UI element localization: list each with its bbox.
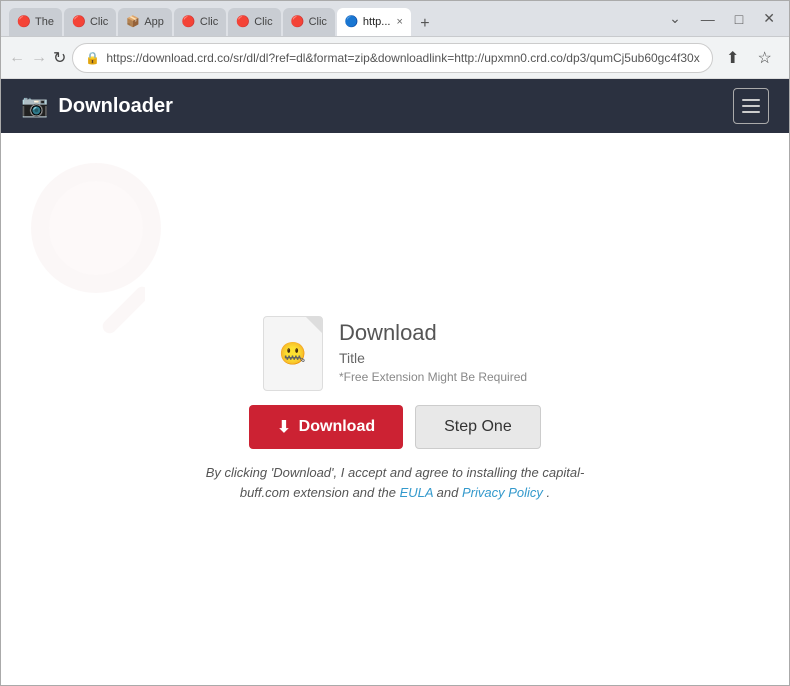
consent-text-after: .	[547, 485, 551, 500]
download-card: 🤐 Download Title *Free Extension Might B…	[145, 286, 645, 532]
window-maximize-button[interactable]: □	[729, 9, 749, 29]
download-heading: Download	[339, 320, 527, 346]
download-icon: ⬇	[277, 417, 290, 437]
tab-label-4: Clic	[200, 16, 218, 28]
tab-favicon-6: 🔴	[291, 15, 305, 29]
tab-favicon-2: 🔴	[72, 15, 86, 29]
magnifier-circle	[31, 163, 161, 293]
share-button[interactable]: ⬆	[719, 44, 747, 72]
back-button[interactable]: ←	[9, 44, 25, 72]
sidebar-toggle-button[interactable]: ▭	[783, 44, 790, 72]
address-bar[interactable]: 🔒 https://download.crd.co/sr/dl/dl?ref=d…	[72, 43, 712, 73]
tab-favicon-5: 🔴	[236, 15, 250, 29]
nav-bar: ← → ↻ 🔒 https://download.crd.co/sr/dl/dl…	[1, 37, 789, 79]
lock-icon: 🔒	[85, 51, 100, 65]
file-note: *Free Extension Might Be Required	[339, 370, 527, 384]
page-content: 📷 Downloader fish.com	[1, 79, 789, 685]
nav-actions: ⬆ ☆ ▭ 👤 ⋮	[719, 44, 790, 72]
browser-window: 🔴 The 🔴 Clic 📦 App 🔴 Clic 🔴 Clic 🔴 C	[0, 0, 790, 686]
forward-button[interactable]: →	[31, 44, 47, 72]
file-details: Download Title *Free Extension Might Be …	[339, 316, 527, 384]
tab-label-6: Clic	[309, 16, 327, 28]
tab-5[interactable]: 🔴 Clic	[228, 8, 280, 36]
tab-label-2: Clic	[90, 16, 108, 28]
tab-3[interactable]: 📦 App	[118, 8, 172, 36]
refresh-button[interactable]: ↻	[53, 44, 66, 72]
consent-text-middle: and	[437, 485, 462, 500]
file-icon-bg: 🤐	[263, 316, 323, 391]
tab-7-active[interactable]: 🔵 http... ×	[337, 8, 411, 36]
tab-favicon-4: 🔴	[182, 15, 196, 29]
consent-text: By clicking 'Download', I accept and agr…	[205, 463, 585, 502]
download-button-label: Download	[299, 418, 375, 436]
tab-1[interactable]: 🔴 The	[9, 8, 62, 36]
buttons-row: ⬇ Download Step One	[249, 405, 540, 449]
tab-favicon-7: 🔵	[345, 15, 359, 29]
hamburger-line-2	[742, 105, 760, 107]
tab-4[interactable]: 🔴 Clic	[174, 8, 226, 36]
tab-label-3: App	[144, 16, 164, 28]
step-one-button[interactable]: Step One	[415, 405, 541, 449]
brand-icon: 📷	[21, 93, 48, 119]
hamburger-menu-button[interactable]	[733, 88, 769, 124]
tab-label-1: The	[35, 16, 54, 28]
bookmark-button[interactable]: ☆	[751, 44, 779, 72]
tab-label-5: Clic	[254, 16, 272, 28]
title-bar: 🔴 The 🔴 Clic 📦 App 🔴 Clic 🔴 Clic 🔴 C	[1, 1, 789, 37]
hamburger-line-3	[742, 111, 760, 113]
hamburger-line-1	[742, 99, 760, 101]
window-close-button[interactable]: ✕	[757, 8, 781, 29]
page-navbar: 📷 Downloader	[1, 79, 789, 133]
file-icon-corner	[306, 317, 322, 333]
eula-link[interactable]: EULA	[400, 485, 433, 500]
brand-label: Downloader	[58, 95, 172, 118]
download-button[interactable]: ⬇ Download	[249, 405, 403, 449]
address-text: https://download.crd.co/sr/dl/dl?ref=dl&…	[106, 51, 699, 65]
tab-label-7: http...	[363, 16, 391, 28]
hamburger-lines	[742, 99, 760, 113]
file-icon-symbol: 🤐	[279, 341, 306, 367]
file-label: Title	[339, 350, 527, 366]
brand: 📷 Downloader	[21, 93, 173, 119]
file-icon-wrap: 🤐	[263, 316, 323, 391]
window-minimize-button[interactable]: —	[695, 9, 721, 29]
tab-favicon-3: 📦	[126, 15, 140, 29]
window-chevron-down[interactable]: ⌄	[663, 8, 687, 29]
file-info-row: 🤐 Download Title *Free Extension Might B…	[185, 316, 605, 391]
tabs-area: 🔴 The 🔴 Clic 📦 App 🔴 Clic 🔴 Clic 🔴 C	[9, 1, 659, 36]
tab-6[interactable]: 🔴 Clic	[283, 8, 335, 36]
tab-favicon-1: 🔴	[17, 15, 31, 29]
tab-close-7[interactable]: ×	[396, 16, 402, 28]
tab-2[interactable]: 🔴 Clic	[64, 8, 116, 36]
privacy-policy-link[interactable]: Privacy Policy	[462, 485, 543, 500]
step-one-label: Step One	[444, 418, 512, 435]
main-content: fish.com 🤐 Download	[1, 133, 789, 685]
new-tab-button[interactable]: +	[413, 12, 437, 36]
window-controls: ⌄ — □ ✕	[663, 8, 781, 29]
